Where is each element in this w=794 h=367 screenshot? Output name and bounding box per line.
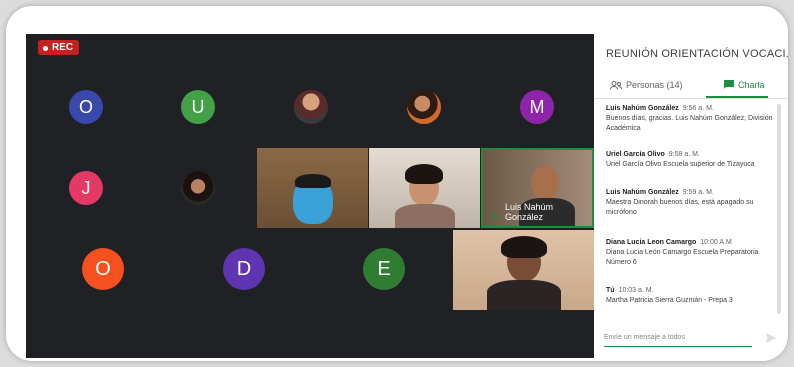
tab-chat[interactable]: Charla bbox=[724, 80, 765, 90]
message-time: 10:00 A.M bbox=[700, 239, 732, 246]
participant-avatar[interactable]: M bbox=[520, 90, 554, 124]
tab-chat-label: Charla bbox=[738, 80, 765, 90]
chat-message-input[interactable]: Envíe un mensaje a todos bbox=[604, 330, 752, 347]
send-icon[interactable] bbox=[766, 333, 776, 343]
message-time: 9:58 a. M. bbox=[668, 151, 700, 158]
participant-video-tile[interactable] bbox=[257, 148, 368, 228]
message-time: 9:56 a. M. bbox=[682, 105, 714, 112]
participant-video-tile[interactable] bbox=[453, 230, 594, 310]
chat-scrollbar[interactable] bbox=[777, 104, 781, 314]
message-sender: Luis Nahúm González bbox=[606, 105, 679, 112]
message-text: Uriel García Olivo Escuela superior de T… bbox=[606, 161, 755, 168]
participant-avatar[interactable]: J bbox=[69, 171, 103, 205]
speaking-icon bbox=[491, 213, 499, 220]
participant-photo[interactable] bbox=[407, 90, 441, 124]
participant-avatar[interactable]: O bbox=[69, 90, 103, 124]
participant-avatar[interactable]: U bbox=[181, 90, 215, 124]
message-text: Martha Patricia Sierra Guzmán - Prepa 3 bbox=[606, 297, 733, 304]
message-sender: Luis Nahúm González bbox=[606, 189, 679, 196]
tab-people[interactable]: Personas (14) bbox=[610, 80, 683, 90]
chat-icon bbox=[724, 80, 734, 89]
message-sender: Tú bbox=[606, 287, 615, 294]
message-sender: Uriel García Olivo bbox=[606, 151, 665, 158]
active-speaker-tile[interactable]: Luis Nahúm González bbox=[481, 148, 594, 228]
participant-body bbox=[395, 204, 455, 228]
participant-hair bbox=[501, 236, 547, 258]
chat-message: Tú 10:03 a. M. Martha Patricia Sierra Guz… bbox=[606, 286, 774, 306]
message-time: 10:03 a. M. bbox=[618, 287, 654, 294]
message-text: Buenos días, gracias. Luis Nahúm Gonzále… bbox=[606, 115, 773, 132]
people-icon bbox=[610, 80, 622, 90]
tab-people-label: Personas (14) bbox=[626, 80, 683, 90]
chat-message: Uriel García Olivo 9:58 a. M. Uriel Garcí… bbox=[606, 150, 774, 170]
participant-name-label: Luis Nahúm González bbox=[505, 202, 554, 222]
recording-badge: REC bbox=[38, 40, 80, 55]
panel-divider bbox=[594, 98, 788, 99]
chat-message: Luis Nahúm González 9:59 a. M. Maestra Di… bbox=[606, 188, 774, 218]
meeting-title: REUNIÓN ORIENTACIÓN VOCACI... bbox=[606, 48, 788, 60]
participant-video-tile[interactable] bbox=[369, 148, 480, 228]
participant-hair bbox=[405, 164, 443, 184]
participant-photo[interactable] bbox=[294, 90, 328, 124]
participant-body bbox=[487, 280, 561, 310]
message-time: 9:59 a. M. bbox=[682, 189, 714, 196]
side-panel: REUNIÓN ORIENTACIÓN VOCACI... Personas (… bbox=[594, 34, 788, 361]
message-sender: Diana Lucia Leon Camargo bbox=[606, 239, 697, 246]
participant-face bbox=[531, 166, 559, 200]
screenshot-frame: REC O U M J Luis Nahúm González O D E RE… bbox=[6, 6, 788, 361]
participant-avatar[interactable]: D bbox=[223, 248, 265, 290]
message-text: Diana Lucia León Camargo Escuela Prepara… bbox=[606, 249, 759, 266]
video-grid: REC O U M J Luis Nahúm González O D E bbox=[26, 34, 594, 358]
chat-message: Diana Lucia Leon Camargo 10:00 A.M Diana … bbox=[606, 238, 774, 268]
participant-avatar[interactable]: O bbox=[82, 248, 124, 290]
participant-photo[interactable] bbox=[181, 171, 215, 205]
message-text: Maestra Dinorah buenos días, está apagad… bbox=[606, 199, 754, 216]
participant-avatar[interactable]: E bbox=[363, 248, 405, 290]
chat-message: Luis Nahúm González 9:56 a. M. Buenos día… bbox=[606, 104, 774, 134]
participant-hair bbox=[295, 174, 331, 188]
